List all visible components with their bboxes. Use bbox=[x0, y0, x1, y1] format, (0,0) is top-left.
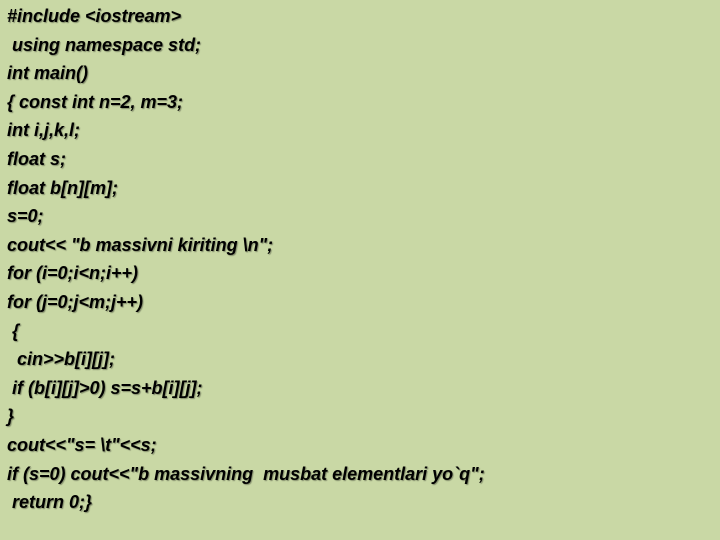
code-line-1: #include <iostream> bbox=[7, 6, 182, 26]
code-line-14: if (b[i][j]>0) s=s+b[i][j]; bbox=[7, 377, 203, 398]
code-line-15: } bbox=[7, 406, 15, 427]
slide: #include <iostream> using namespace std;… bbox=[0, 0, 720, 540]
code-line-3: int main() bbox=[7, 63, 88, 84]
code-line-16: cout<<"s= \t"<<s; bbox=[7, 434, 157, 455]
code-line-6: float s; bbox=[7, 148, 67, 169]
code-line-13: cin>>b[i][j]; bbox=[7, 349, 115, 370]
code-line-10: for (i=0;i<n;i++) bbox=[7, 263, 139, 284]
code-line-9: cout<< "b massivni kiriting \n"; bbox=[7, 234, 274, 255]
code-line-8: s=0; bbox=[7, 206, 44, 227]
code-line-17: if (s=0) cout<<"b massivning musbat elem… bbox=[7, 463, 485, 484]
code-line-2: using namespace std; bbox=[7, 34, 202, 55]
code-line-18: return 0;} bbox=[7, 492, 93, 513]
code-line-4: { const int n=2, m=3; bbox=[7, 91, 184, 112]
code-line-11: for (j=0;j<m;j++) bbox=[7, 291, 144, 312]
code-listing: #include <iostream> using namespace std;… bbox=[7, 2, 485, 517]
code-line-12: { bbox=[7, 320, 20, 341]
code-line-5: int i,j,k,l; bbox=[7, 120, 81, 141]
code-line-7: float b[n][m]; bbox=[7, 177, 118, 198]
